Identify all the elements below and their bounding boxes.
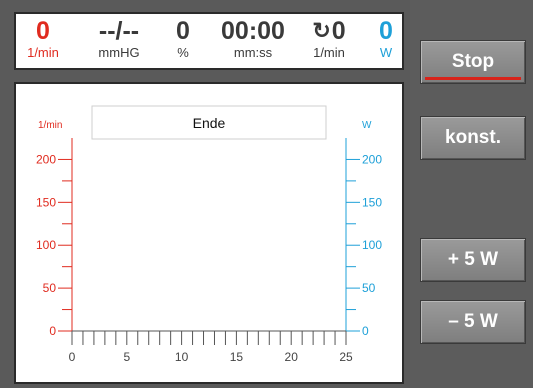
power-metric: 0 W bbox=[372, 18, 400, 60]
minus-5w-button[interactable]: – 5 W bbox=[420, 300, 526, 344]
cadence-unit: 1/min bbox=[313, 45, 345, 60]
plus-5w-button[interactable]: + 5 W bbox=[420, 238, 526, 282]
cadence-value: 0 bbox=[331, 17, 346, 45]
left-axis-tick-label: 200 bbox=[36, 152, 56, 166]
pressure-unit: mmHG bbox=[98, 45, 140, 60]
rotate-icon: ↻ bbox=[312, 18, 331, 43]
x-axis-tick-label: 15 bbox=[230, 350, 244, 364]
left-axis-tick-label: 50 bbox=[43, 281, 57, 295]
x-axis-tick-label: 0 bbox=[69, 350, 76, 364]
konst-button-label: konst. bbox=[445, 127, 501, 148]
x-axis-tick-label: 25 bbox=[339, 350, 353, 364]
stop-accent-bar bbox=[425, 77, 521, 80]
plus-5w-button-label: + 5 W bbox=[447, 249, 499, 270]
right-axis-tick-label: 50 bbox=[362, 281, 376, 295]
time-metric: 00:00 mm:ss bbox=[214, 18, 292, 60]
pressure-metric: --/-- mmHG bbox=[86, 18, 152, 60]
status-panel: 0 1/min --/-- mmHG 0 % 00:00 mm:ss ↻0 1/… bbox=[14, 12, 404, 70]
power-unit: W bbox=[379, 45, 393, 60]
konst-button[interactable]: konst. bbox=[420, 116, 526, 160]
time-unit: mm:ss bbox=[233, 45, 273, 60]
chart-title: Ende bbox=[193, 115, 226, 131]
left-axis-tick-label: 0 bbox=[49, 324, 56, 338]
power-value: 0 bbox=[379, 17, 393, 45]
percent-value: 0 bbox=[176, 17, 190, 45]
right-axis-tick-label: 100 bbox=[362, 238, 382, 252]
percent-metric: 0 % bbox=[166, 18, 200, 60]
cadence-metric: ↻0 1/min bbox=[300, 18, 358, 60]
right-axis-label: W bbox=[362, 120, 372, 131]
x-axis-tick-label: 20 bbox=[285, 350, 299, 364]
chart-panel: Ende 1/min W 0 50 100 150 200 0 50 100 150 200 0 5 10 15… bbox=[14, 82, 404, 384]
side-button-column: Stop konst. + 5 W – 5 W bbox=[410, 0, 533, 388]
minus-5w-button-label: – 5 W bbox=[448, 311, 498, 332]
left-axis-tick-label: 100 bbox=[36, 238, 56, 252]
stop-button-label: Stop bbox=[451, 51, 495, 72]
percent-unit: % bbox=[177, 45, 189, 60]
x-axis-tick-label: 5 bbox=[123, 350, 130, 364]
pulse-value: 0 bbox=[36, 17, 50, 45]
stop-button[interactable]: Stop bbox=[420, 40, 526, 84]
pulse-metric: 0 1/min bbox=[22, 18, 64, 60]
left-axis-tick-label: 150 bbox=[36, 195, 56, 209]
pressure-value: --/-- bbox=[98, 17, 140, 45]
right-axis-tick-label: 150 bbox=[362, 195, 382, 209]
time-value: 00:00 bbox=[221, 17, 285, 45]
chart: Ende 1/min W 0 50 100 150 200 0 50 100 150 200 0 5 10 15… bbox=[36, 105, 382, 364]
pulse-unit: 1/min bbox=[27, 45, 59, 60]
right-axis-tick-label: 200 bbox=[362, 152, 382, 166]
x-axis-tick-label: 10 bbox=[175, 350, 189, 364]
left-axis-label: 1/min bbox=[38, 120, 62, 131]
right-axis-tick-label: 0 bbox=[362, 324, 369, 338]
